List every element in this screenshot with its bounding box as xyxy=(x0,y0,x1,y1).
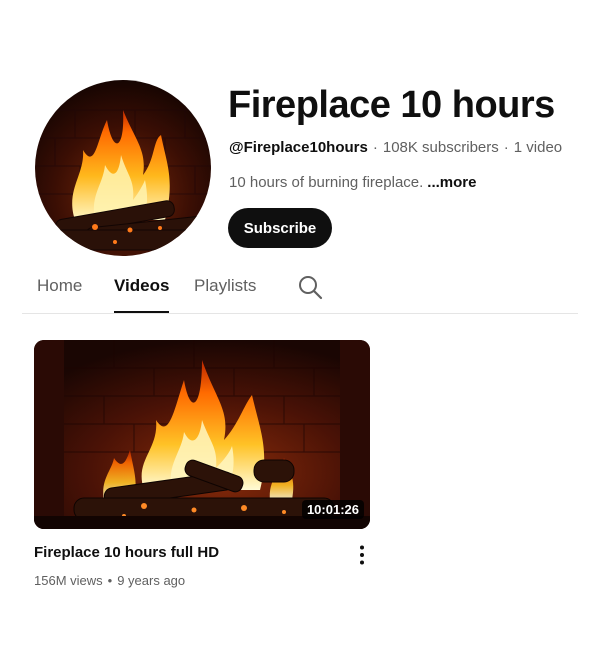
channel-handle: @Fireplace10hours xyxy=(229,139,368,156)
channel-title: Fireplace 10 hours xyxy=(228,84,555,126)
channel-avatar[interactable] xyxy=(35,80,211,256)
video-thumbnail[interactable]: 10:01:26 xyxy=(34,340,370,529)
view-count: 156M views xyxy=(34,573,103,588)
more-link[interactable]: ...more xyxy=(427,174,476,191)
search-button[interactable] xyxy=(297,274,323,300)
video-title[interactable]: Fireplace 10 hours full HD xyxy=(34,544,219,561)
tab-videos[interactable]: Videos xyxy=(114,276,170,313)
video-count: 1 video xyxy=(513,139,563,156)
subscribe-button[interactable]: Subscribe xyxy=(228,208,332,248)
tab-playlists[interactable]: Playlists xyxy=(194,276,256,313)
channel-meta: @Fireplace10hours · 108K subscribers · 1 vid… xyxy=(229,139,562,156)
separator-dot: • xyxy=(107,573,113,588)
channel-page: Fireplace 10 hours @Fireplace10hours · 108… xyxy=(0,0,600,672)
tab-home[interactable]: Home xyxy=(37,276,82,313)
search-icon xyxy=(299,276,323,300)
video-meta: 156M views • 9 years ago xyxy=(34,573,185,588)
upload-age: 9 years ago xyxy=(117,573,186,588)
fireplace-avatar-image xyxy=(35,80,211,256)
separator-dot: · xyxy=(503,139,509,156)
video-duration: 10:01:26 xyxy=(301,500,364,519)
separator-dot: · xyxy=(372,139,378,156)
description-text: 10 hours of burning fireplace. xyxy=(229,174,424,191)
more-vert-icon xyxy=(360,545,364,565)
channel-tabs: Home Videos Playlists xyxy=(22,270,578,314)
channel-description[interactable]: 10 hours of burning fireplace. ...more xyxy=(229,174,476,191)
subscriber-count: 108K subscribers xyxy=(382,139,499,156)
video-menu-button[interactable] xyxy=(350,543,374,567)
